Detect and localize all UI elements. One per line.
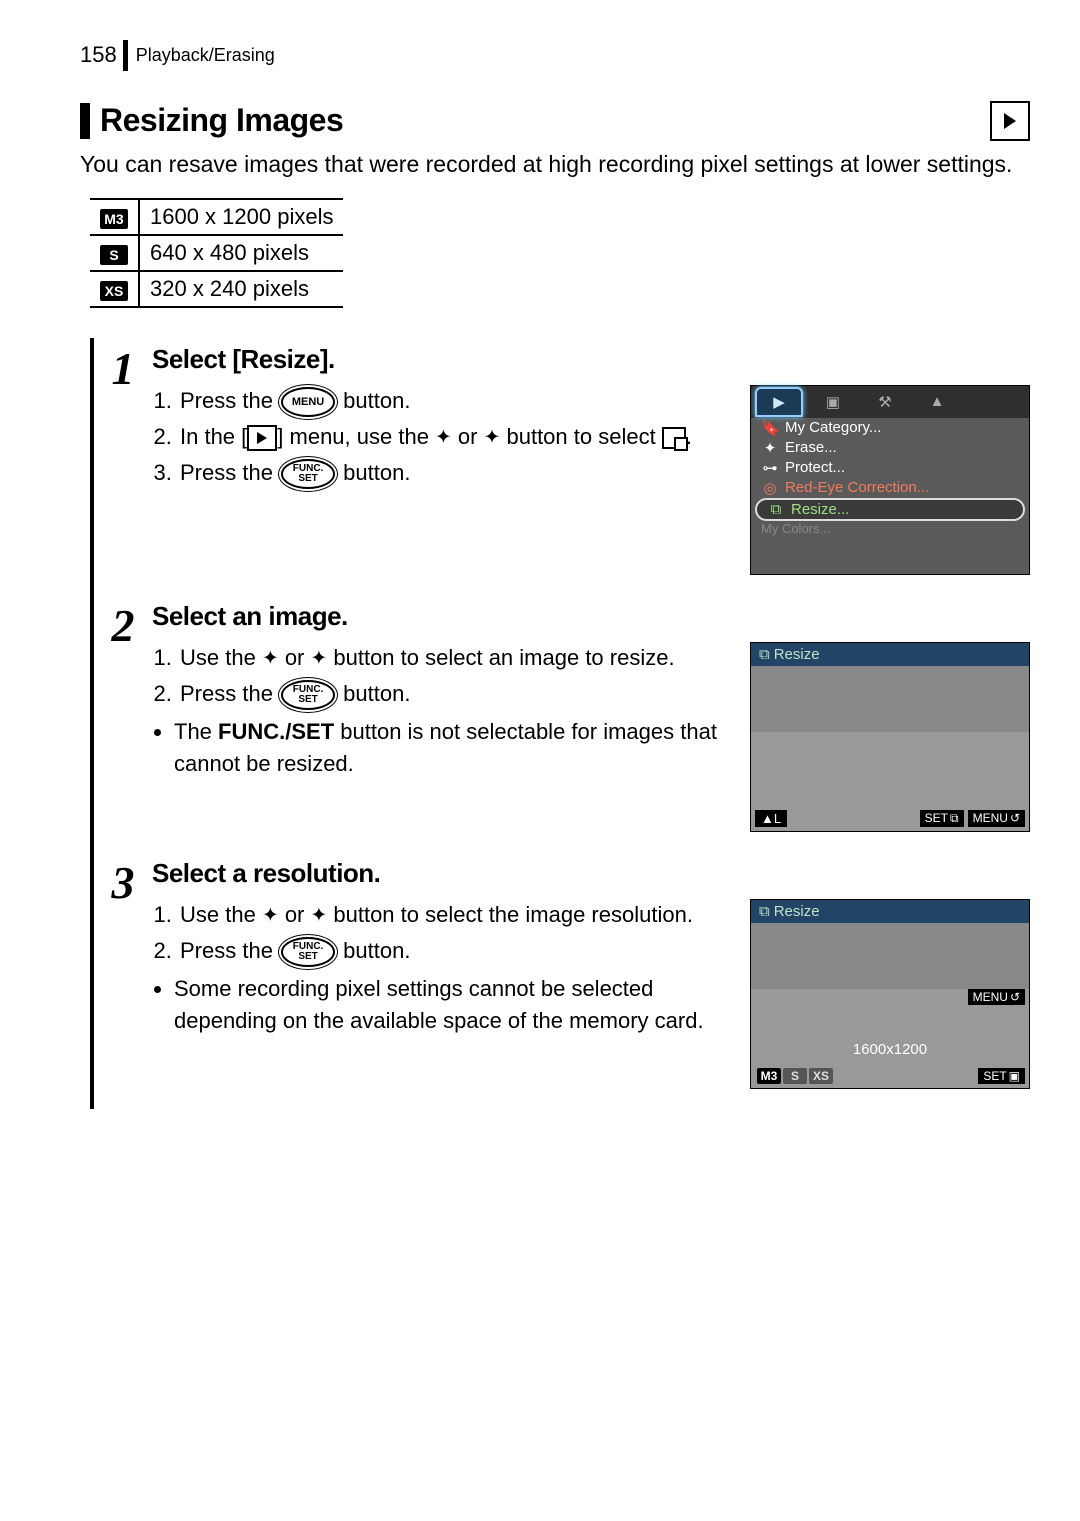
size-badge-s: S xyxy=(100,245,128,265)
lcd-header: ⧉Resize xyxy=(751,900,1029,923)
substep: Use the ✦ or ✦ button to select the imag… xyxy=(178,899,734,931)
chip-xs: XS xyxy=(809,1068,833,1084)
func-set-button-icon: FUNC.SET xyxy=(281,937,335,967)
step-number: 2 xyxy=(100,603,146,649)
lcd-menu-badge: MENU ↺ xyxy=(968,810,1025,827)
lcd-tab-print: ▣ xyxy=(811,389,855,415)
lcd-photo-preview: 1600x1200 MENU ↺ SET ▣ M3 S XS xyxy=(751,923,1029,1088)
title-row: Resizing Images xyxy=(80,101,1030,141)
resize-icon xyxy=(662,427,686,449)
camera-lcd-resolution-select: ⧉Resize 1600x1200 MENU ↺ SET ▣ M3 S XS xyxy=(750,899,1030,1089)
step-number: 3 xyxy=(100,860,146,906)
substep: Press the FUNC.SET button. xyxy=(178,935,734,967)
table-row: XS 320 x 240 pixels xyxy=(90,271,343,307)
arrow-right-icon: ✦ xyxy=(311,905,328,927)
substep: Press the FUNC.SET button. xyxy=(178,457,734,489)
chip-s: S xyxy=(783,1068,807,1084)
step-text: Use the ✦ or ✦ button to select the imag… xyxy=(152,899,734,1037)
step-note: The FUNC./SET button is not selectable f… xyxy=(174,716,734,780)
menu-button-icon: MENU xyxy=(281,387,335,417)
lcd-header: ⧉Resize xyxy=(751,643,1029,666)
lcd-menu-item: ◎Red-Eye Correction... xyxy=(751,478,1029,498)
intro-paragraph: You can resave images that were recorded… xyxy=(80,149,1030,180)
page-title: Resizing Images xyxy=(100,102,343,139)
step-number: 1 xyxy=(100,346,146,392)
substep: Press the MENU button. xyxy=(178,385,734,417)
size-label: 640 x 480 pixels xyxy=(139,235,343,271)
lcd-resolution-chips: M3 S XS xyxy=(757,1068,833,1084)
lcd-size-indicator: ▲L xyxy=(755,810,787,827)
size-label: 320 x 240 pixels xyxy=(139,271,343,307)
lcd-tab-tools: ⚒ xyxy=(863,389,907,415)
lcd-menu-item-selected: ⧉Resize... xyxy=(755,498,1025,521)
lcd-tab-playback: ▶ xyxy=(755,387,803,417)
func-set-button-icon: FUNC.SET xyxy=(281,680,335,710)
camera-lcd-menu: ▶ ▣ ⚒ ▲ 🔖My Category... ✦Erase... ⊶Prote… xyxy=(750,385,1030,575)
steps-container: 1 Select [Resize]. Press the MENU button… xyxy=(90,338,1030,1109)
step-heading: Select a resolution. xyxy=(152,858,1030,889)
lcd-set-badge: SET ⧉ xyxy=(920,810,964,827)
playback-menu-icon xyxy=(247,425,277,451)
lcd-menu-item: ⊶Protect... xyxy=(751,458,1029,478)
breadcrumb: Playback/Erasing xyxy=(128,45,275,66)
lcd-menu-item: 🔖My Category... xyxy=(751,418,1029,438)
lcd-menu-item-cut: My Colors... xyxy=(761,521,1029,536)
substep: In the [] menu, use the ✦ or ✦ button to… xyxy=(178,421,734,453)
chip-m3: M3 xyxy=(757,1068,781,1084)
arrow-left-icon: ✦ xyxy=(262,648,279,670)
step-1: 1 Select [Resize]. Press the MENU button… xyxy=(94,338,1030,595)
size-badge-xs: XS xyxy=(100,281,128,301)
step-text: Use the ✦ or ✦ button to select an image… xyxy=(152,642,734,780)
title-accent xyxy=(80,103,90,139)
lcd-tabbar: ▶ ▣ ⚒ ▲ xyxy=(751,386,1029,418)
page-number: 158 xyxy=(80,40,128,71)
size-label: 1600 x 1200 pixels xyxy=(139,199,343,235)
size-badge-m3: M3 xyxy=(100,209,128,229)
arrow-down-icon: ✦ xyxy=(484,427,501,449)
lcd-resolution-value: 1600x1200 xyxy=(853,1041,927,1058)
step-3: 3 Select a resolution. Use the ✦ or ✦ bu… xyxy=(94,852,1030,1109)
substep: Use the ✦ or ✦ button to select an image… xyxy=(178,642,734,674)
lcd-tab-user: ▲ xyxy=(915,389,959,415)
substep: Press the FUNC.SET button. xyxy=(178,678,734,710)
table-row: M3 1600 x 1200 pixels xyxy=(90,199,343,235)
table-row: S 640 x 480 pixels xyxy=(90,235,343,271)
camera-lcd-image-select: ⧉Resize ▲L SET ⧉ MENU ↺ xyxy=(750,642,1030,832)
lcd-menu-list: 🔖My Category... ✦Erase... ⊶Protect... ◎R… xyxy=(751,418,1029,536)
lcd-set-badge: SET ▣ xyxy=(978,1068,1025,1084)
step-heading: Select an image. xyxy=(152,601,1030,632)
step-text: Press the MENU button. In the [] menu, u… xyxy=(152,385,734,493)
lcd-menu-item: ✦Erase... xyxy=(751,438,1029,458)
page-header: 158 Playback/Erasing xyxy=(80,40,1030,71)
step-heading: Select [Resize]. xyxy=(152,344,1030,375)
arrow-left-icon: ✦ xyxy=(262,905,279,927)
arrow-right-icon: ✦ xyxy=(311,648,328,670)
step-note: Some recording pixel settings cannot be … xyxy=(174,973,734,1037)
func-set-button-icon: FUNC.SET xyxy=(281,459,335,489)
lcd-photo-preview: ▲L SET ⧉ MENU ↺ xyxy=(751,666,1029,831)
playback-mode-icon xyxy=(990,101,1030,141)
step-2: 2 Select an image. Use the ✦ or ✦ button… xyxy=(94,595,1030,852)
lcd-menu-badge: MENU ↺ xyxy=(968,989,1025,1005)
arrow-up-icon: ✦ xyxy=(435,427,452,449)
size-table: M3 1600 x 1200 pixels S 640 x 480 pixels… xyxy=(90,198,343,308)
